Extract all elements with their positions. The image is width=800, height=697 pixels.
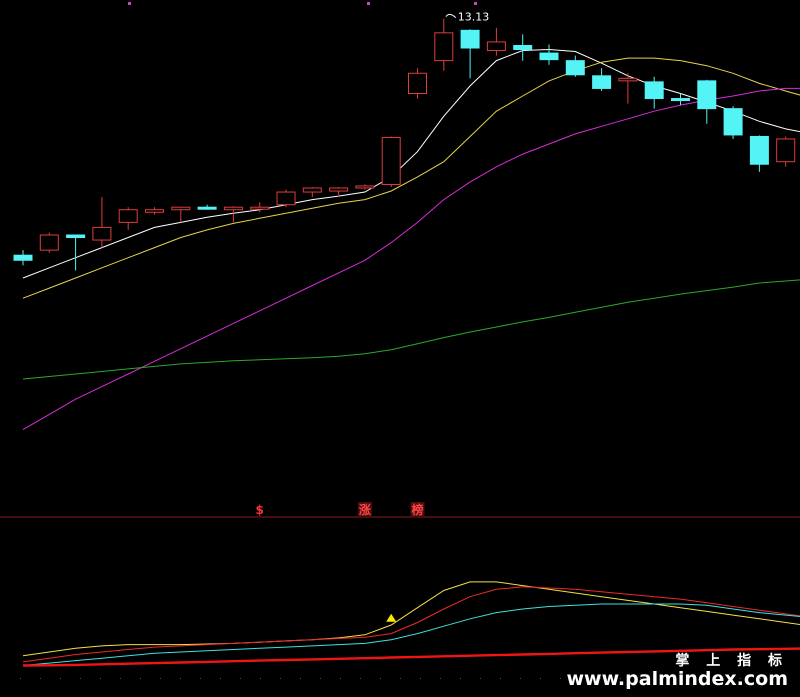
candle-body-up: [381, 136, 401, 185]
stock-chart: $ 涨 榜 13.13: [0, 0, 800, 697]
candle-body-down: [513, 44, 533, 51]
grid-dot: [440, 678, 441, 679]
grid-dot: [400, 678, 401, 679]
grid-dot: [460, 678, 461, 679]
candle-body-up: [39, 234, 59, 251]
grid-dot: [240, 678, 241, 679]
grid-dot: [540, 678, 541, 679]
candle-body-down: [592, 75, 612, 89]
candle-14: [381, 136, 401, 187]
grid-dot: [520, 678, 521, 679]
candle-body-up: [329, 187, 349, 192]
candle-body-down: [723, 108, 743, 136]
marker-label-0: $: [256, 503, 264, 517]
grid-dot: [500, 678, 501, 679]
marker-label-1: 涨: [359, 502, 371, 517]
candle-27: [723, 106, 743, 139]
candle-1: [39, 232, 59, 253]
grid-dot: [300, 678, 301, 679]
candle-body-down: [671, 98, 690, 102]
grid-dot: [100, 678, 101, 679]
grid-dot: [320, 678, 321, 679]
grid-dot: [160, 678, 161, 679]
grid-dot: [180, 678, 181, 679]
candle-body-up: [92, 226, 112, 241]
watermark: 掌 上 指 标 www.palmindex.com: [566, 653, 788, 691]
candle-body-up: [355, 185, 375, 189]
peak-price-label: 13.13: [458, 11, 490, 24]
candle-body-up: [223, 206, 243, 211]
candle-body-up: [776, 138, 796, 163]
candle-body-up: [486, 41, 506, 52]
marker-label-2: 榜: [411, 502, 423, 517]
candle-body-up: [118, 209, 138, 223]
grid-dot: [200, 678, 201, 679]
candle-body-down: [460, 29, 480, 49]
grid-dot: [20, 678, 21, 679]
grid-dot: [280, 678, 281, 679]
candle-body-down: [539, 52, 559, 61]
candle-body-down: [644, 81, 664, 100]
candle-body-down: [749, 135, 769, 165]
candle-body-up: [302, 187, 322, 193]
grid-dot: [120, 678, 121, 679]
grid-dot: [480, 678, 481, 679]
watermark-title: 掌 上 指 标: [675, 653, 788, 670]
candle-body-down: [66, 234, 86, 239]
grid-dot: [40, 678, 41, 679]
candle-body-up: [276, 191, 296, 206]
top-dot-1: [367, 2, 370, 5]
candle-10: [276, 189, 296, 208]
grid-dot: [60, 678, 61, 679]
top-dot-2: [474, 2, 477, 5]
candle-body-down: [197, 206, 217, 210]
grid-dot: [80, 678, 81, 679]
candle-body-up: [145, 209, 164, 213]
grid-dot: [260, 678, 261, 679]
grid-dot: [420, 678, 421, 679]
candle-body-up: [618, 77, 638, 82]
watermark-url: www.palmindex.com: [566, 668, 788, 691]
candle-body-up: [171, 206, 191, 211]
candle-body-up: [250, 206, 270, 210]
grid-dot: [560, 678, 561, 679]
grid-dot: [140, 678, 141, 679]
grid-dot: [220, 678, 221, 679]
grid-dot: [360, 678, 361, 679]
top-dot-0: [128, 2, 131, 5]
candle-body-down: [565, 60, 585, 76]
grid-dot: [340, 678, 341, 679]
grid-dot: [380, 678, 381, 679]
candle-body-up: [434, 32, 454, 62]
candle-body-up: [408, 72, 427, 94]
candle-body-down: [13, 254, 33, 261]
candle-body-down: [697, 80, 717, 110]
